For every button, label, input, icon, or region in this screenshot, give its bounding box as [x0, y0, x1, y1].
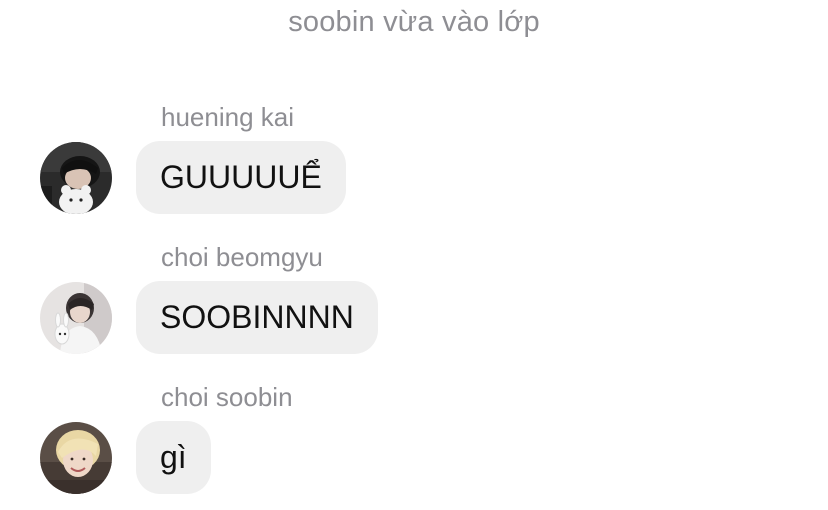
message-bubble[interactable]: gì: [136, 421, 211, 494]
message-bubble[interactable]: SOOBINNNN: [136, 281, 378, 354]
sender-name: huening kai: [161, 102, 294, 132]
user-avatar-dark-photo-icon[interactable]: [40, 142, 112, 214]
sender-name: choi soobin: [161, 382, 293, 412]
message-bubble[interactable]: GUUUUUỂ: [136, 141, 346, 214]
user-avatar-light-photo-icon[interactable]: [40, 282, 112, 354]
user-avatar-blond-photo-icon[interactable]: [40, 422, 112, 494]
system-notice: soobin vừa vào lớp: [288, 6, 540, 38]
sender-name: choi beomgyu: [161, 242, 323, 272]
